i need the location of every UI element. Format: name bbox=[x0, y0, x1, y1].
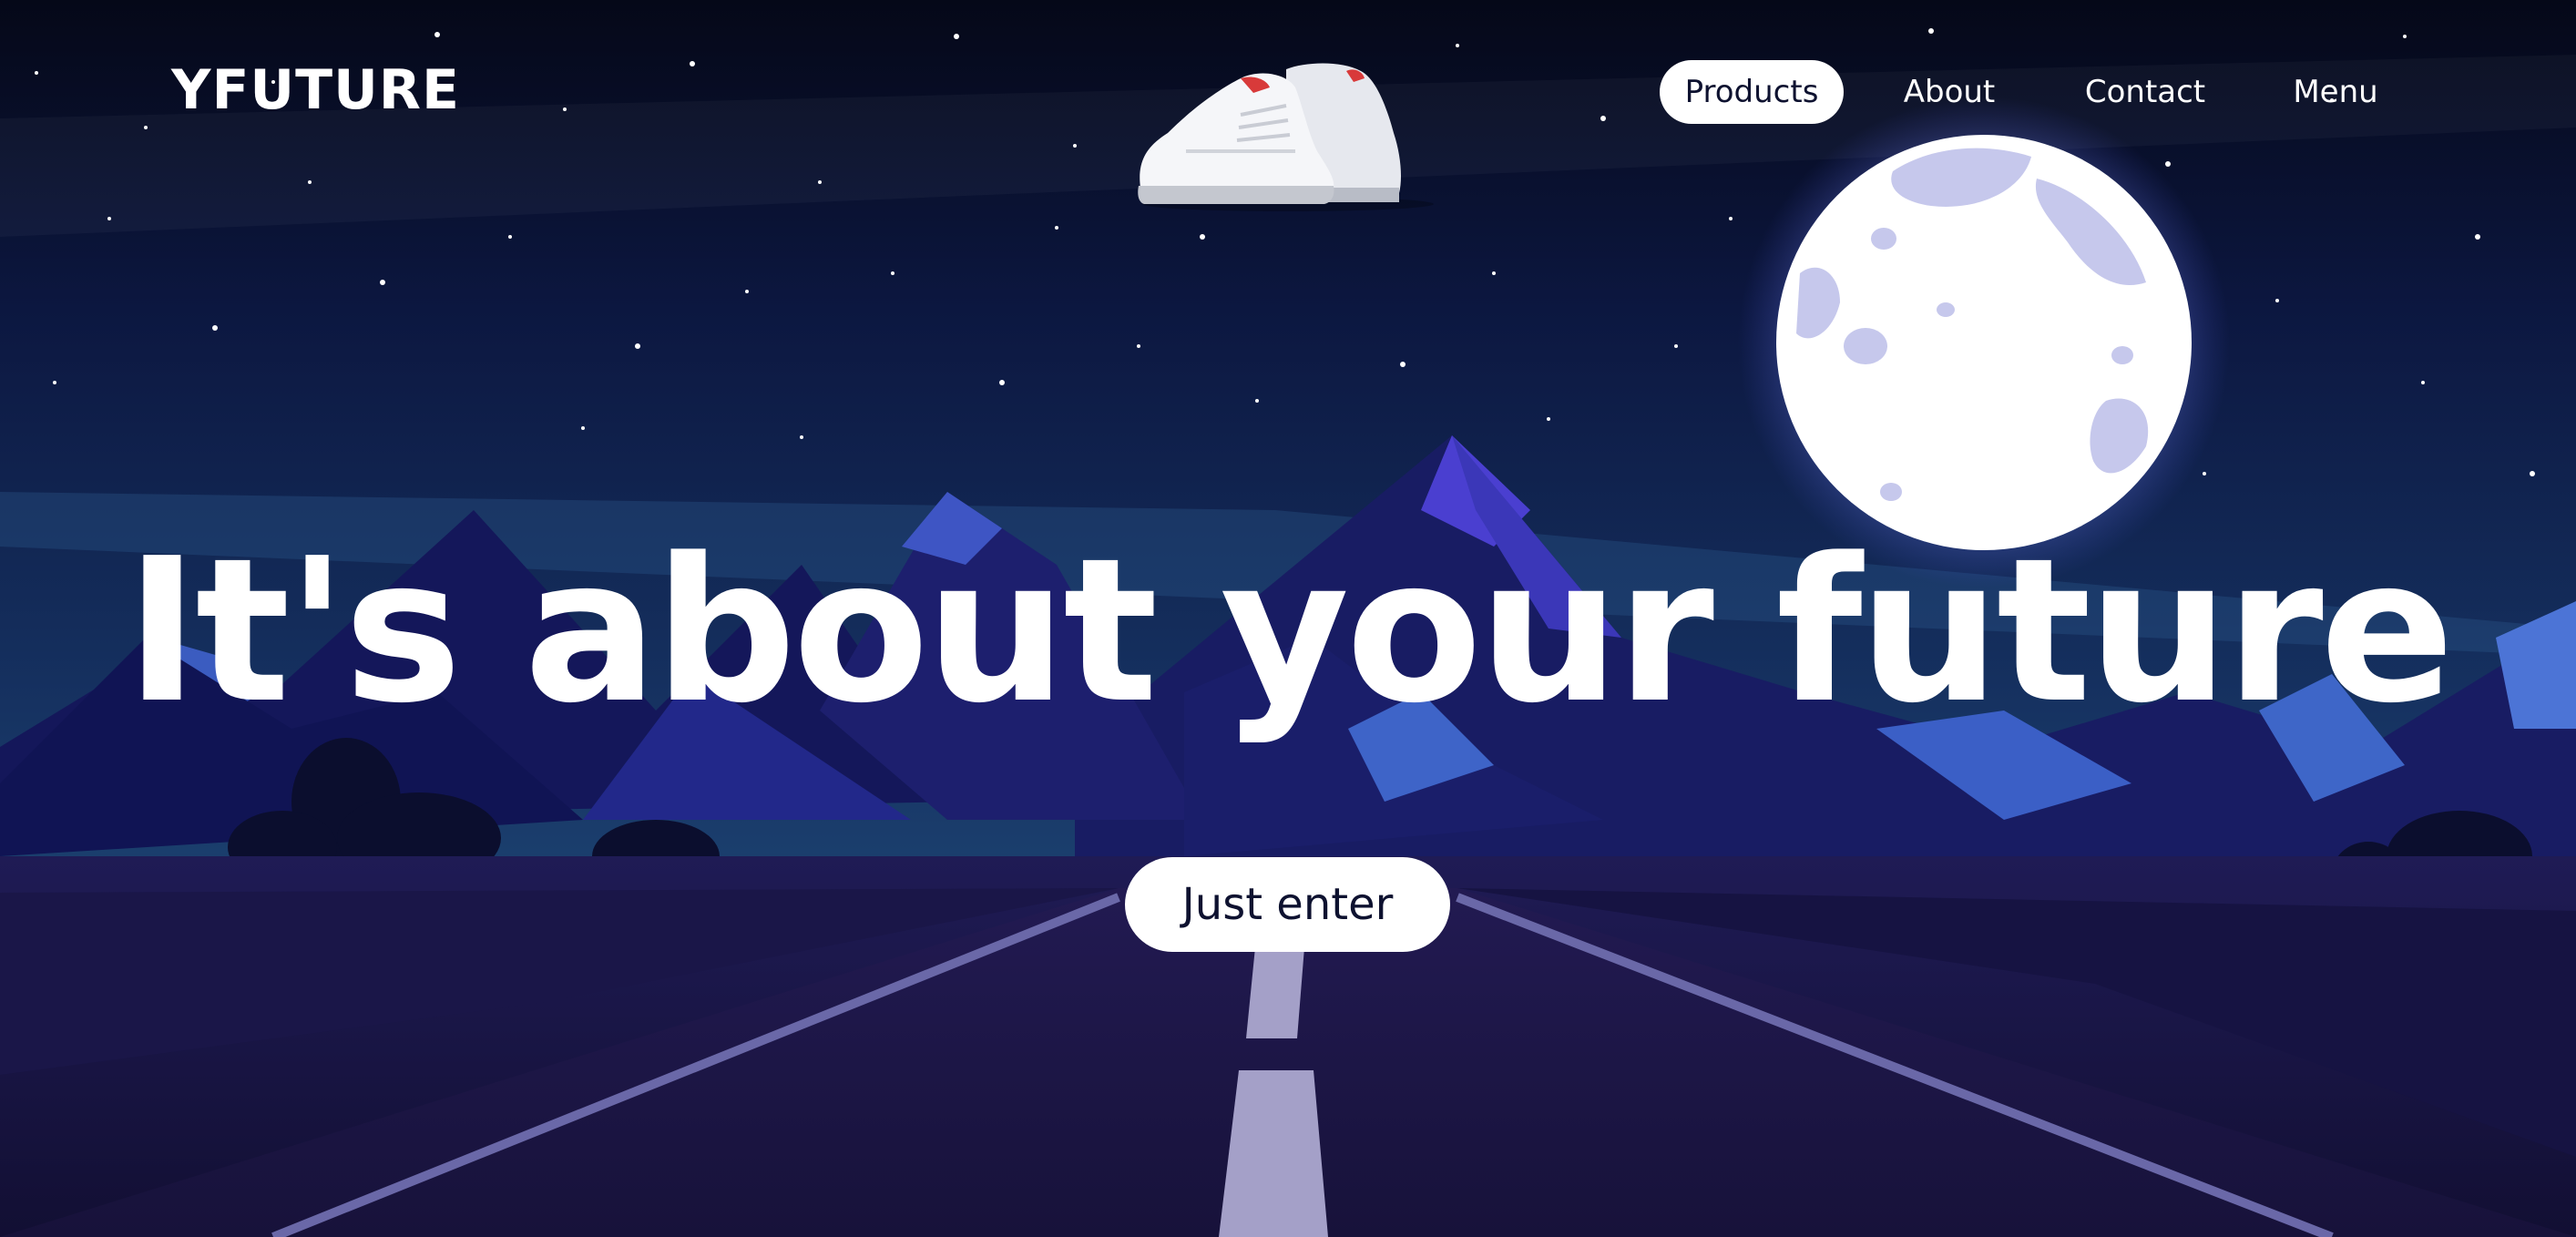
hero-headline: It's about your future bbox=[125, 516, 2454, 747]
just-enter-button[interactable]: Just enter bbox=[1125, 857, 1450, 952]
nav-item-menu[interactable]: Menu bbox=[2272, 60, 2399, 124]
nav-item-about[interactable]: About bbox=[1886, 60, 2013, 124]
nav-item-contact[interactable]: Contact bbox=[2060, 60, 2230, 124]
main-nav: Products About Contact Menu bbox=[0, 60, 2576, 124]
nav-item-products[interactable]: Products bbox=[1660, 60, 1844, 124]
